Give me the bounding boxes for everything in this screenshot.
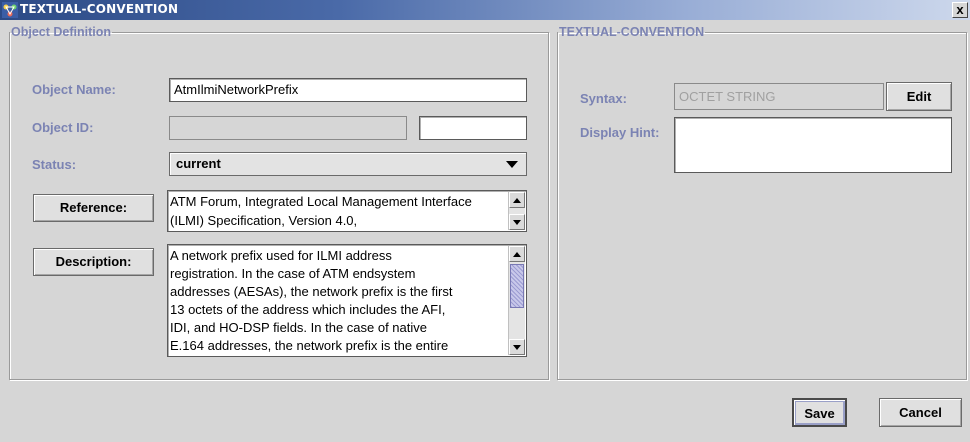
status-label: Status: [32, 157, 77, 172]
reference-textarea[interactable]: ATM Forum, Integrated Local Management I… [167, 190, 527, 232]
description-button[interactable]: Description: [33, 248, 154, 276]
reference-text: ATM Forum, Integrated Local Management I… [170, 194, 472, 228]
textual-convention-legend: TEXTUAL-CONVENTION [559, 25, 705, 39]
scroll-down-icon[interactable] [509, 339, 525, 355]
reference-scrollbar[interactable] [508, 192, 525, 230]
reference-button[interactable]: Reference: [33, 194, 154, 222]
edit-button[interactable]: Edit [886, 82, 952, 111]
syntax-label: Syntax: [580, 91, 627, 106]
object-name-input[interactable]: AtmIlmiNetworkPrefix [169, 78, 527, 102]
object-definition-legend: Object Definition [11, 25, 111, 39]
title-bar: TEXTUAL-CONVENTION x [0, 0, 970, 20]
description-button-label: Description: [55, 254, 132, 269]
close-icon: x [956, 2, 964, 17]
description-textarea[interactable]: A network prefix used for ILMI address r… [167, 244, 527, 357]
status-select[interactable]: current [169, 152, 527, 176]
save-button-label: Save [804, 406, 835, 421]
window-title: TEXTUAL-CONVENTION [20, 2, 179, 16]
object-name-label: Object Name: [32, 82, 116, 97]
syntax-input: OCTET STRING [674, 83, 884, 110]
textual-convention-group: TEXTUAL-CONVENTION [557, 25, 967, 380]
scroll-down-icon[interactable] [509, 214, 525, 230]
description-text: A network prefix used for ILMI address r… [170, 248, 453, 353]
object-id-label: Object ID: [32, 120, 94, 135]
object-id-input [169, 116, 407, 140]
save-button[interactable]: Save [792, 398, 847, 427]
display-hint-label: Display Hint: [580, 125, 660, 140]
edit-button-label: Edit [906, 89, 932, 104]
object-id-suffix-input[interactable] [419, 116, 527, 140]
cancel-button[interactable]: Cancel [879, 398, 962, 427]
network-app-icon [2, 2, 18, 18]
status-value: current [176, 156, 221, 171]
close-button[interactable]: x [952, 2, 968, 18]
scroll-thumb[interactable] [510, 264, 524, 308]
display-hint-textarea[interactable] [674, 117, 952, 173]
cancel-button-label: Cancel [899, 405, 942, 420]
scroll-up-icon[interactable] [509, 192, 525, 208]
chevron-down-icon [506, 161, 518, 168]
reference-button-label: Reference: [59, 200, 128, 215]
description-scrollbar[interactable] [508, 246, 525, 355]
scroll-up-icon[interactable] [509, 246, 525, 262]
